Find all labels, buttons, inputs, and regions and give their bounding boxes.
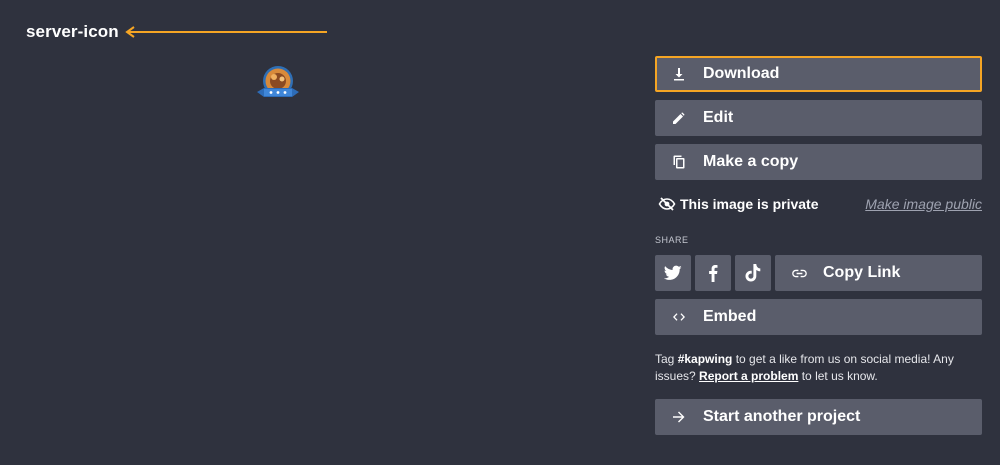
share-row: Copy Link xyxy=(655,255,982,291)
link-icon xyxy=(791,265,807,281)
facebook-icon xyxy=(709,265,718,282)
facebook-share-button[interactable] xyxy=(695,255,731,291)
pencil-icon xyxy=(671,110,687,126)
download-button[interactable]: Download xyxy=(655,56,982,92)
social-tag-note: Tag #kapwing to get a like from us on so… xyxy=(655,351,982,385)
tag-prefix: Tag xyxy=(655,352,678,366)
privacy-status: This image is private xyxy=(680,196,819,212)
report-problem-link[interactable]: Report a problem xyxy=(699,369,798,383)
make-public-link[interactable]: Make image public xyxy=(865,196,982,212)
edit-button[interactable]: Edit xyxy=(655,100,982,136)
copy-link-button[interactable]: Copy Link xyxy=(775,255,982,291)
code-icon xyxy=(671,309,687,325)
file-title-row: server-icon xyxy=(26,20,119,44)
download-label: Download xyxy=(703,65,780,82)
eye-slash-icon xyxy=(658,197,676,211)
arrow-right-icon xyxy=(671,409,687,425)
copy-link-label: Copy Link xyxy=(823,264,901,281)
make-copy-button[interactable]: Make a copy xyxy=(655,144,982,180)
tiktok-share-button[interactable] xyxy=(735,255,771,291)
privacy-row: This image is private Make image public xyxy=(655,194,982,214)
start-another-project-button[interactable]: Start another project xyxy=(655,399,982,435)
kapwing-hashtag: #kapwing xyxy=(677,352,733,366)
share-heading: SHARE xyxy=(655,235,689,245)
twitter-icon xyxy=(664,265,682,280)
embed-button[interactable]: Embed xyxy=(655,299,982,335)
twitter-share-button[interactable] xyxy=(655,255,691,291)
tiktok-icon xyxy=(745,264,761,282)
start-another-project-label: Start another project xyxy=(703,408,861,425)
annotation-arrow-icon xyxy=(125,26,327,38)
download-icon xyxy=(671,66,687,82)
make-copy-label: Make a copy xyxy=(703,153,799,170)
tag-suffix: to let us know. xyxy=(798,369,878,383)
image-preview xyxy=(257,66,299,97)
file-title: server-icon xyxy=(26,22,119,41)
edit-label: Edit xyxy=(703,109,734,126)
embed-label: Embed xyxy=(703,308,757,325)
copy-icon xyxy=(671,154,687,170)
